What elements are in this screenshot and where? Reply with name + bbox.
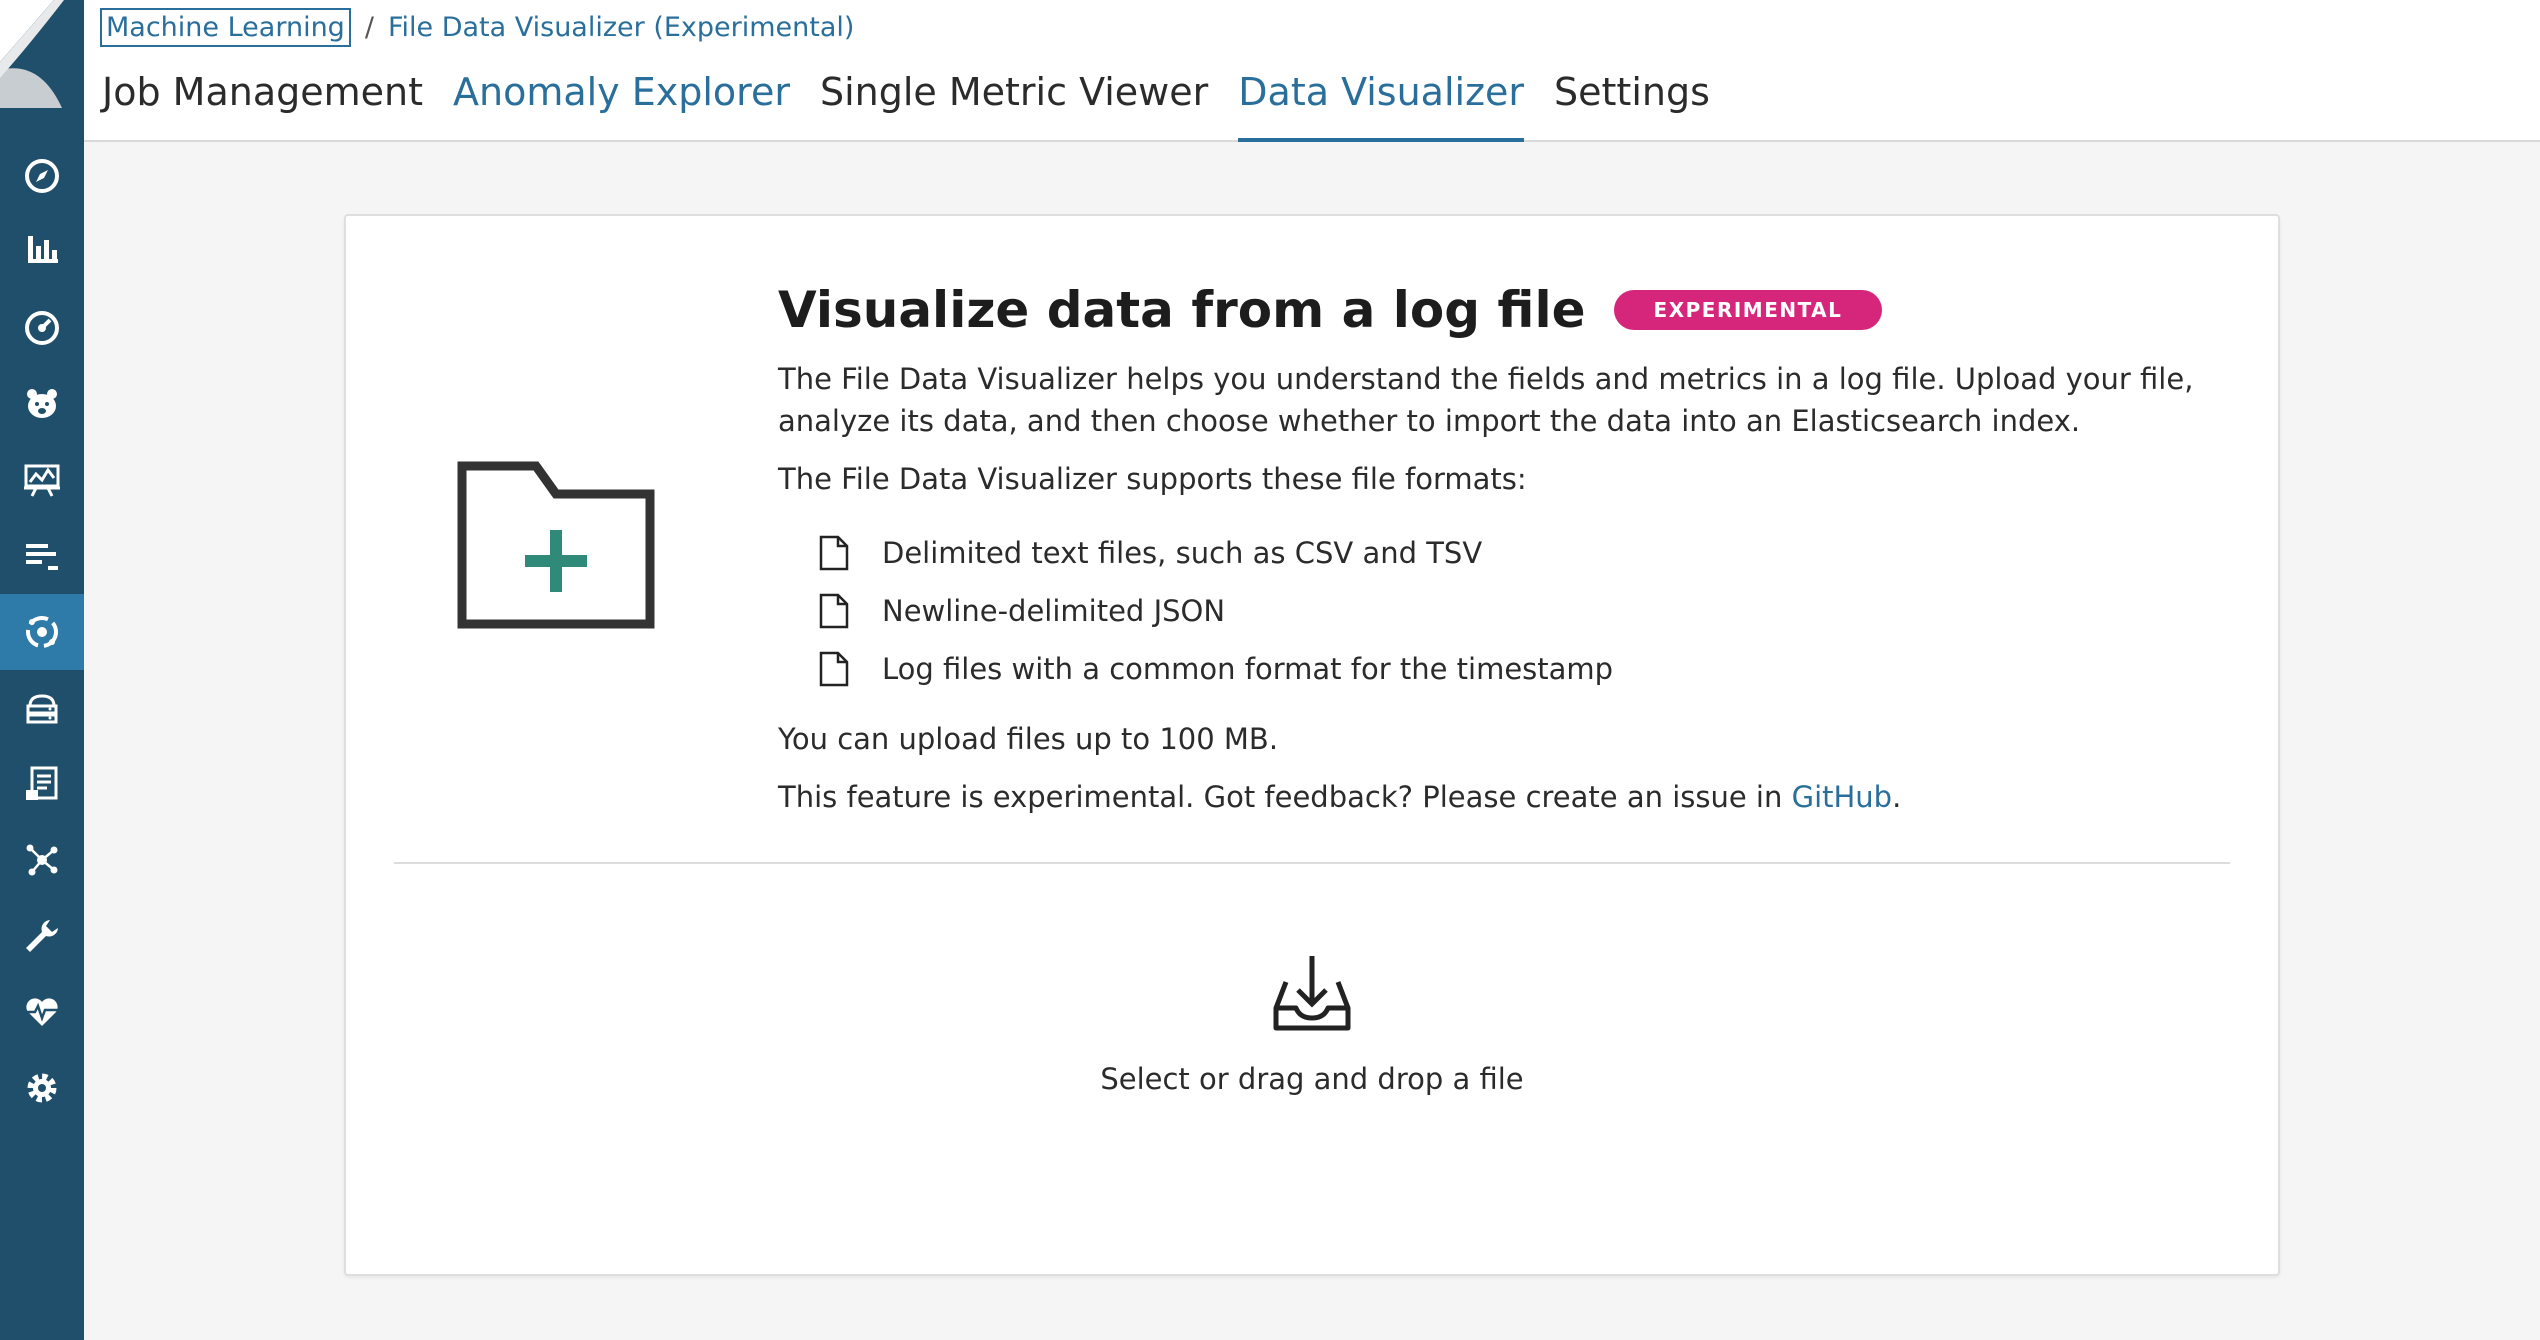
file-upload-panel: Visualize data from a log file EXPERIMEN… xyxy=(344,214,2280,1276)
sidebar-item-canvas[interactable] xyxy=(0,442,84,518)
kibana-logo[interactable] xyxy=(0,0,84,128)
machine-learning-icon xyxy=(26,616,58,648)
format-label: Newline-delimited JSON xyxy=(882,594,1226,628)
description-text: The File Data Visualizer helps you under… xyxy=(778,362,2194,438)
tab-single-metric-viewer[interactable]: Single Metric Viewer xyxy=(820,62,1208,142)
page-title: Visualize data from a log file xyxy=(778,281,1586,339)
compass-icon xyxy=(25,159,59,193)
tab-anomaly-explorer[interactable]: Anomaly Explorer xyxy=(453,62,790,142)
tab-job-management[interactable]: Job Management xyxy=(102,62,423,142)
sidebar-item-machine-learning[interactable] xyxy=(0,594,84,670)
sidebar-item-visualize[interactable] xyxy=(0,210,84,286)
sidebar-item-dashboard[interactable] xyxy=(0,290,84,366)
dev-tools-document-icon xyxy=(26,766,58,800)
format-label: Log files with a common format for the t… xyxy=(882,652,1614,686)
wrench-icon xyxy=(26,920,58,952)
dashboard-gauge-icon xyxy=(25,311,59,345)
top-bar: Machine Learning / File Data Visualizer … xyxy=(84,0,2540,142)
folder-add-icon xyxy=(457,461,655,629)
feedback-prefix: This feature is experimental. Got feedba… xyxy=(778,780,1792,814)
github-link[interactable]: GitHub xyxy=(1792,780,1893,814)
drop-zone-label: Select or drag and drop a file xyxy=(1100,1062,1524,1096)
gear-icon xyxy=(27,1073,57,1103)
sidebar-item-logs[interactable] xyxy=(0,746,84,822)
presentation-icon xyxy=(24,464,60,497)
bear-icon xyxy=(27,389,57,418)
breadcrumb-machine-learning[interactable]: Machine Learning xyxy=(100,7,351,47)
document-icon xyxy=(819,535,849,571)
sidebar-item-discover[interactable] xyxy=(0,138,84,214)
title-row: Visualize data from a log file EXPERIMEN… xyxy=(778,272,2218,348)
feedback-suffix: . xyxy=(1892,780,1902,814)
breadcrumb: Machine Learning / File Data Visualizer … xyxy=(100,4,854,50)
tab-data-visualizer[interactable]: Data Visualizer xyxy=(1238,62,1524,142)
breadcrumb-separator: / xyxy=(364,11,374,43)
formats-intro-text: The File Data Visualizer supports these … xyxy=(778,462,1527,496)
sidebar-item-timelion[interactable] xyxy=(0,366,84,442)
document-icon xyxy=(819,651,849,687)
format-label: Delimited text files, such as CSV and TS… xyxy=(882,536,1483,570)
divider xyxy=(394,862,2230,864)
breadcrumb-current: File Data Visualizer (Experimental) xyxy=(387,11,855,43)
list-item: Newline-delimited JSON xyxy=(818,582,2218,640)
heart-monitoring-icon xyxy=(26,998,58,1026)
sidebar-item-apm[interactable] xyxy=(0,518,84,594)
document-icon xyxy=(819,593,849,629)
import-tray-icon xyxy=(1273,956,1351,1031)
list-item: Delimited text files, such as CSV and TS… xyxy=(818,524,2218,582)
sidebar-item-graph[interactable] xyxy=(0,822,84,898)
graph-network-icon xyxy=(26,844,58,876)
list-item: Log files with a common format for the t… xyxy=(818,640,2218,698)
file-drop-zone[interactable]: Select or drag and drop a file xyxy=(346,916,2278,1216)
sidebar-item-monitoring[interactable] xyxy=(0,974,84,1050)
intro-content: Visualize data from a log file EXPERIMEN… xyxy=(778,272,2218,818)
sidebar xyxy=(0,0,84,1340)
formats-list: Delimited text files, such as CSV and TS… xyxy=(818,524,2218,698)
feedback-text: This feature is experimental. Got feedba… xyxy=(778,776,2218,818)
sidebar-item-dev-tools[interactable] xyxy=(0,898,84,974)
experimental-badge: EXPERIMENTAL xyxy=(1613,290,1883,330)
ml-tabs: Job Management Anomaly Explorer Single M… xyxy=(102,62,1740,142)
sidebar-item-infrastructure[interactable] xyxy=(0,670,84,746)
bar-chart-icon xyxy=(28,236,58,263)
tab-settings[interactable]: Settings xyxy=(1554,62,1710,142)
sidebar-item-management[interactable] xyxy=(0,1050,84,1126)
size-limit-text: You can upload files up to 100 MB. xyxy=(778,722,1279,756)
infrastructure-icon xyxy=(26,694,58,724)
logs-icon xyxy=(26,544,58,570)
